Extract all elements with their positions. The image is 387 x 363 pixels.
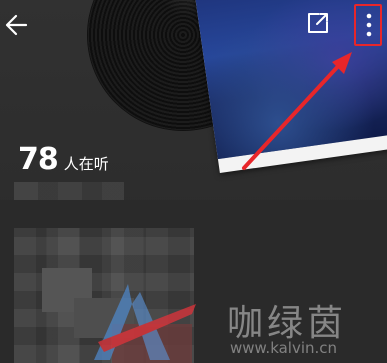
watermark-url: www.kalvin.cn xyxy=(230,339,338,357)
annotation-arrow xyxy=(242,52,352,170)
watermark-logo xyxy=(94,284,196,360)
listener-count-row: 78 人在听 xyxy=(18,142,109,177)
back-arrow-icon[interactable] xyxy=(2,10,32,40)
blurred-text xyxy=(14,182,124,200)
listener-label: 人在听 xyxy=(63,155,109,173)
annotation-highlight-box xyxy=(354,4,382,46)
share-icon[interactable] xyxy=(305,10,331,36)
listener-count: 78 xyxy=(18,142,59,177)
